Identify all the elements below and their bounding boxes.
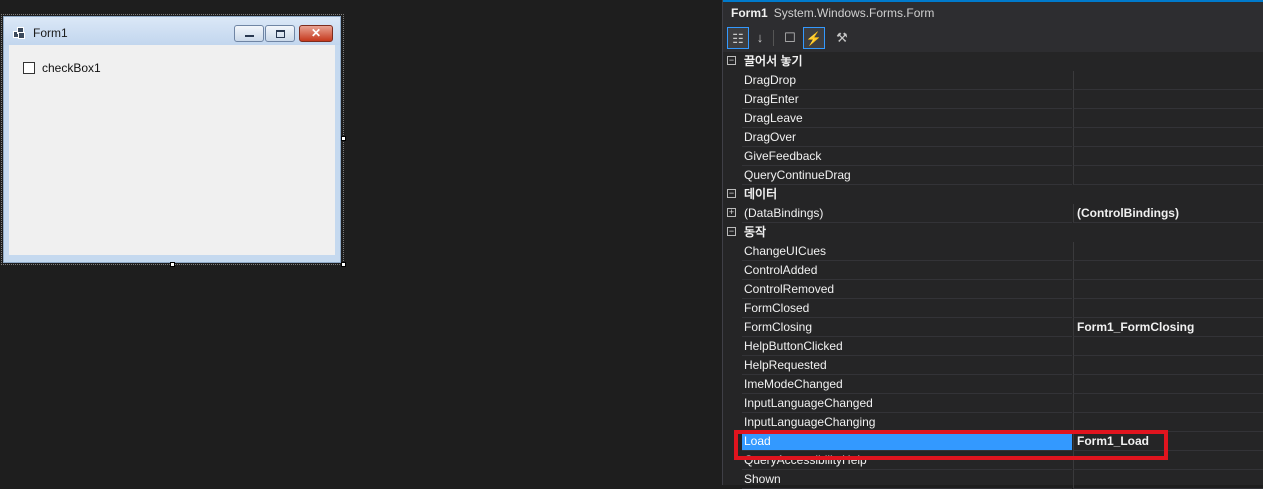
property-row[interactable]: HelpButtonClicked: [723, 337, 1263, 356]
property-name: InputLanguageChanging: [742, 413, 1072, 432]
property-row[interactable]: ControlAdded: [723, 261, 1263, 280]
property-row[interactable]: FormClosing Form1_FormClosing: [723, 318, 1263, 337]
property-name: (DataBindings): [742, 204, 1072, 223]
property-value[interactable]: (ControlBindings): [1073, 204, 1263, 223]
property-row[interactable]: DragOver: [723, 128, 1263, 147]
property-pages-icon[interactable]: ⚒: [831, 27, 853, 49]
property-value[interactable]: [1073, 242, 1263, 261]
category-label: 동작: [744, 225, 767, 239]
expand-icon[interactable]: +: [727, 208, 736, 217]
property-name: GiveFeedback: [742, 147, 1072, 166]
property-name: ControlRemoved: [742, 280, 1072, 299]
property-row[interactable]: GiveFeedback: [723, 147, 1263, 166]
property-row[interactable]: DragLeave: [723, 109, 1263, 128]
property-name: ChangeUICues: [742, 242, 1072, 261]
events-icon[interactable]: ⚡: [803, 27, 825, 49]
property-value[interactable]: [1073, 470, 1263, 489]
categorized-icon[interactable]: ☷: [727, 27, 749, 49]
collapse-icon[interactable]: −: [727, 189, 736, 198]
property-row[interactable]: InputLanguageChanged: [723, 394, 1263, 413]
property-value[interactable]: [1073, 299, 1263, 318]
collapse-icon[interactable]: −: [727, 227, 736, 236]
form-app-icon: [13, 27, 25, 39]
property-row[interactable]: QueryContinueDrag: [723, 166, 1263, 185]
property-row[interactable]: DragEnter: [723, 90, 1263, 109]
property-row[interactable]: + (DataBindings) (ControlBindings): [723, 204, 1263, 223]
form-title: Form1: [33, 26, 68, 40]
property-row[interactable]: DragDrop: [723, 71, 1263, 90]
minimize-button[interactable]: [234, 25, 264, 42]
checkbox[interactable]: [23, 62, 35, 74]
property-value[interactable]: [1073, 356, 1263, 375]
alphabetical-icon[interactable]: ↓: [749, 27, 771, 49]
object-name: Form1: [731, 6, 768, 20]
resize-grip-right[interactable]: [341, 136, 346, 141]
property-grid: − 끌어서 놓기 DragDrop DragEnter DragLeave DragOve…: [723, 52, 1263, 489]
property-row[interactable]: FormClosed: [723, 299, 1263, 318]
property-name: QueryContinueDrag: [742, 166, 1072, 185]
category-row[interactable]: − 데이터: [723, 185, 1263, 204]
property-row[interactable]: Load Form1_Load: [723, 432, 1263, 451]
form-window[interactable]: Form1 ✕ checkBox1: [3, 16, 341, 263]
property-name: DragDrop: [742, 71, 1072, 90]
property-name: Shown: [742, 470, 1072, 489]
close-button[interactable]: ✕: [299, 25, 333, 42]
category-row[interactable]: − 끌어서 놓기: [723, 52, 1263, 71]
close-icon: ✕: [310, 26, 322, 40]
property-name: HelpRequested: [742, 356, 1072, 375]
property-value[interactable]: [1073, 109, 1263, 128]
properties-object-header[interactable]: Form1 System.Windows.Forms.Form: [723, 0, 1263, 24]
properties-panel: Form1 System.Windows.Forms.Form ☷ ↓ ☐ ⚡ ⚒ − 끌어…: [722, 0, 1263, 489]
property-name: ControlAdded: [742, 261, 1072, 280]
property-row[interactable]: HelpRequested: [723, 356, 1263, 375]
property-name: FormClosing: [742, 318, 1072, 337]
form-client-area[interactable]: checkBox1: [9, 45, 335, 255]
property-row[interactable]: ChangeUICues: [723, 242, 1263, 261]
property-name: FormClosed: [742, 299, 1072, 318]
property-value[interactable]: [1073, 261, 1263, 280]
property-row[interactable]: QueryAccessibilityHelp: [723, 451, 1263, 470]
property-name: HelpButtonClicked: [742, 337, 1072, 356]
property-name: DragLeave: [742, 109, 1072, 128]
property-name: DragEnter: [742, 90, 1072, 109]
property-value[interactable]: [1073, 451, 1263, 470]
property-value[interactable]: Form1_FormClosing: [1073, 318, 1263, 337]
form-title-bar[interactable]: Form1 ✕: [4, 17, 340, 45]
collapse-icon[interactable]: −: [727, 56, 736, 65]
property-name: InputLanguageChanged: [742, 394, 1072, 413]
property-value[interactable]: [1073, 166, 1263, 185]
property-row[interactable]: ControlRemoved: [723, 280, 1263, 299]
property-value[interactable]: [1073, 375, 1263, 394]
properties-icon[interactable]: ☐: [779, 27, 801, 49]
property-value[interactable]: [1073, 413, 1263, 432]
category-label: 끌어서 놓기: [744, 54, 803, 68]
property-row[interactable]: Shown: [723, 470, 1263, 489]
property-value[interactable]: [1073, 394, 1263, 413]
property-row[interactable]: ImeModeChanged: [723, 375, 1263, 394]
property-value[interactable]: Form1_Load: [1073, 432, 1263, 451]
maximize-button[interactable]: [265, 25, 295, 42]
form-designer: Form1 ✕ checkBox1: [0, 0, 720, 485]
resize-grip-bottom[interactable]: [170, 262, 175, 267]
property-value[interactable]: [1073, 337, 1263, 356]
property-value[interactable]: [1073, 280, 1263, 299]
property-value[interactable]: [1073, 128, 1263, 147]
checkbox-label[interactable]: checkBox1: [42, 61, 101, 75]
property-name: DragOver: [742, 128, 1072, 147]
toolbar-separator: [773, 30, 774, 46]
category-row[interactable]: − 동작: [723, 223, 1263, 242]
properties-toolbar: ☷ ↓ ☐ ⚡ ⚒: [723, 24, 1263, 53]
property-value[interactable]: [1073, 71, 1263, 90]
property-name: Load: [742, 432, 1072, 451]
property-row[interactable]: InputLanguageChanging: [723, 413, 1263, 432]
category-label: 데이터: [744, 187, 778, 201]
object-type: System.Windows.Forms.Form: [773, 6, 935, 20]
resize-grip-corner[interactable]: [341, 262, 346, 267]
property-value[interactable]: [1073, 147, 1263, 166]
property-value[interactable]: [1073, 90, 1263, 109]
property-name: ImeModeChanged: [742, 375, 1072, 394]
property-name: QueryAccessibilityHelp: [742, 451, 1072, 470]
